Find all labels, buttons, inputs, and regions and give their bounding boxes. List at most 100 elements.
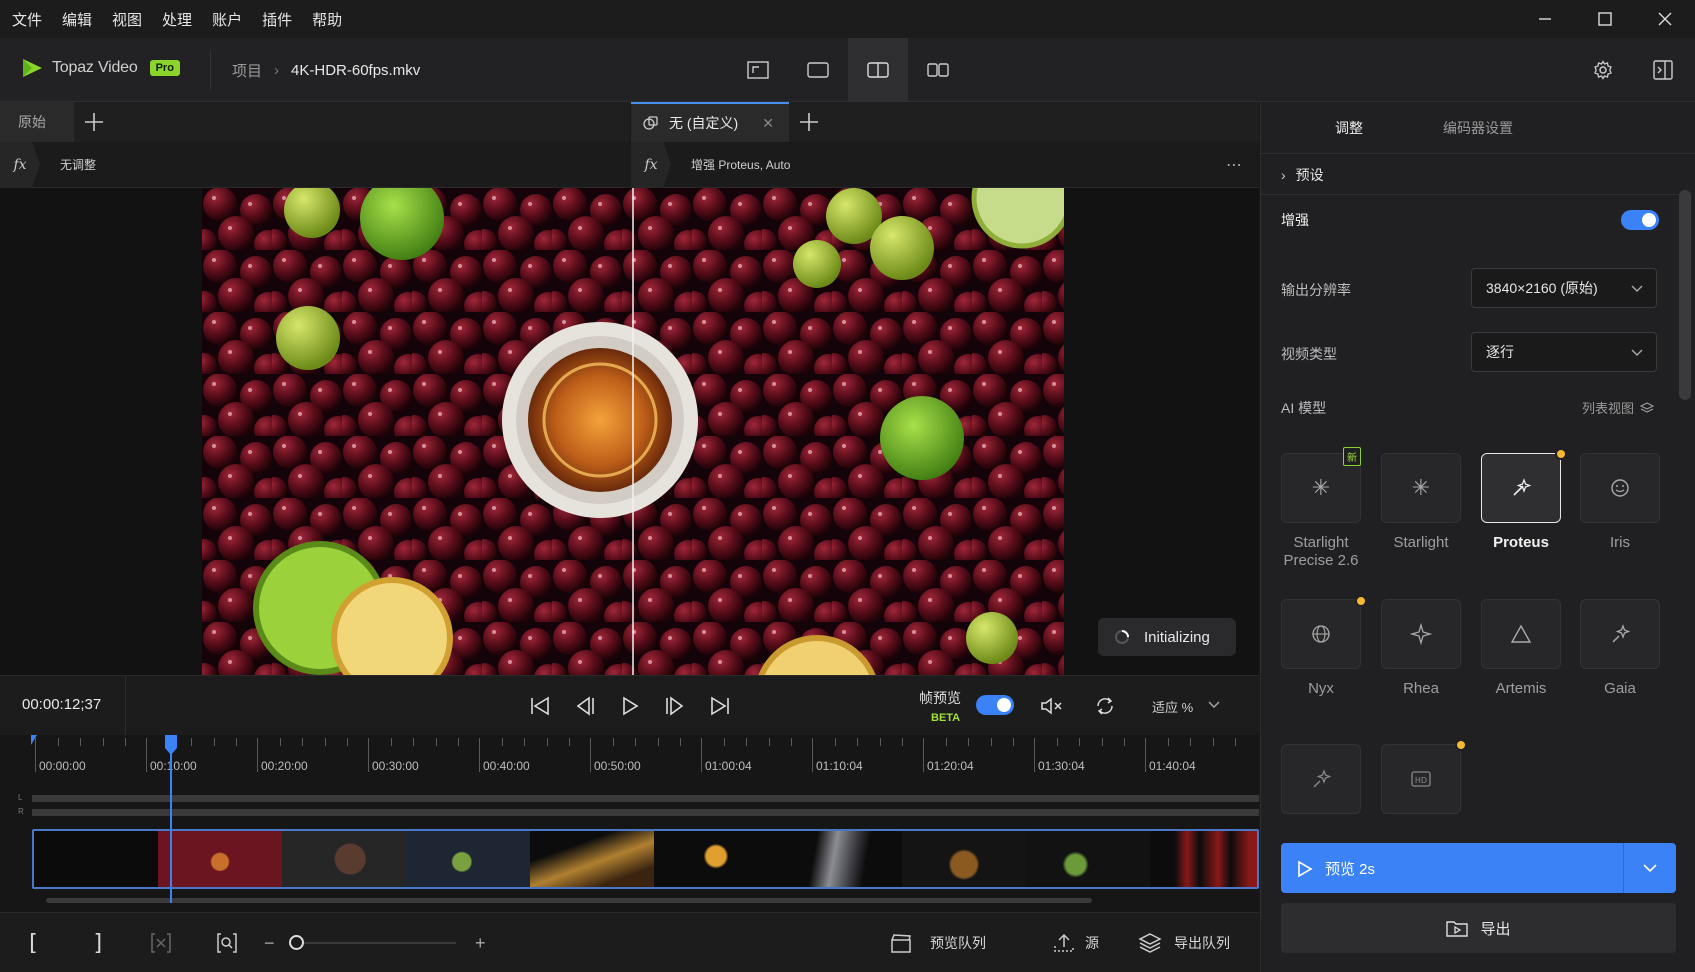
video-viewer[interactable] bbox=[0, 188, 1259, 675]
panel-scrollbar[interactable] bbox=[1679, 190, 1691, 400]
prev-frame-button[interactable] bbox=[568, 690, 602, 722]
ruler-label: 00:50:00 bbox=[594, 759, 641, 773]
menu-account[interactable]: 账户 bbox=[212, 9, 242, 30]
model-rhea[interactable] bbox=[1381, 599, 1461, 669]
set-in-point-button[interactable]: [ bbox=[26, 913, 39, 972]
new-badge: 新 bbox=[1343, 447, 1361, 466]
model-name-artemis: Artemis bbox=[1495, 680, 1547, 697]
menu-view[interactable]: 视图 bbox=[112, 9, 142, 30]
export-queue-button[interactable]: 导出队列 bbox=[1138, 913, 1230, 972]
view-single-button[interactable] bbox=[788, 38, 848, 101]
ruler-minor-tick bbox=[1168, 738, 1170, 746]
app-header: Topaz Video Pro 项目 › 4K-HDR-60fps.mkv bbox=[0, 38, 1695, 102]
audio-track-r bbox=[32, 809, 1259, 816]
crop-frame-icon bbox=[747, 60, 769, 79]
menu-help[interactable]: 帮助 bbox=[312, 9, 342, 30]
fit-loop-button[interactable] bbox=[1088, 690, 1122, 722]
folder-play-icon bbox=[1446, 921, 1469, 937]
view-side-by-side-button[interactable] bbox=[908, 38, 968, 101]
ruler-major-tick bbox=[701, 738, 702, 772]
ruler-minor-tick bbox=[502, 738, 504, 746]
zoom-in-icon[interactable]: + bbox=[475, 913, 486, 972]
preview-button[interactable]: 预览 2s bbox=[1281, 843, 1676, 893]
ruler-major-tick bbox=[1034, 738, 1035, 772]
video-filmstrip[interactable] bbox=[32, 829, 1259, 889]
model-iris[interactable] bbox=[1580, 453, 1660, 523]
export-button[interactable]: 导出 bbox=[1281, 903, 1676, 953]
more-options-icon[interactable]: ⋯ bbox=[1226, 155, 1243, 175]
close-window-button[interactable] bbox=[1635, 0, 1695, 38]
enhance-toggle[interactable] bbox=[1621, 210, 1659, 230]
tab-encoder-settings[interactable]: 编码器设置 bbox=[1443, 118, 1513, 138]
toggle-panel-button[interactable] bbox=[1633, 38, 1693, 101]
tab-adjust[interactable]: 调整 bbox=[1335, 118, 1363, 138]
model-extra-2[interactable]: HD bbox=[1381, 744, 1461, 814]
maximize-button[interactable] bbox=[1575, 0, 1635, 38]
view-single-crop-button[interactable] bbox=[728, 38, 788, 101]
add-tab-button[interactable] bbox=[84, 112, 104, 132]
add-version-button[interactable] bbox=[799, 112, 819, 132]
frame-preview-toggle[interactable] bbox=[976, 695, 1014, 715]
play-button[interactable] bbox=[613, 690, 647, 722]
thumbnail bbox=[282, 831, 406, 887]
playhead[interactable] bbox=[170, 735, 172, 903]
view-split-button[interactable] bbox=[848, 38, 908, 101]
video-type-select[interactable]: 逐行 bbox=[1471, 332, 1657, 372]
presets-row[interactable]: › 预设 bbox=[1261, 155, 1681, 195]
menu-edit[interactable]: 编辑 bbox=[62, 9, 92, 30]
timecode-display[interactable]: 00:00:12;37 bbox=[22, 696, 101, 713]
zoom-fit-select[interactable]: 适应 % bbox=[1152, 697, 1193, 716]
model-starlight[interactable]: ✳ bbox=[1381, 453, 1461, 523]
preview-options-button[interactable] bbox=[1624, 843, 1676, 893]
gear-icon bbox=[1594, 59, 1612, 80]
zoom-to-range-button[interactable] bbox=[216, 913, 238, 972]
next-frame-button[interactable] bbox=[658, 690, 692, 722]
preview-queue-label: 预览队列 bbox=[930, 935, 986, 951]
ruler-major-tick bbox=[368, 738, 369, 772]
menu-process[interactable]: 处理 bbox=[162, 9, 192, 30]
ruler-minor-tick bbox=[124, 738, 126, 746]
in-point-marker[interactable] bbox=[31, 735, 37, 747]
go-to-start-button[interactable] bbox=[523, 690, 557, 722]
zoom-out-icon[interactable]: − bbox=[264, 913, 275, 972]
playhead-handle[interactable] bbox=[165, 735, 177, 755]
enhance-label: 增强 bbox=[1281, 212, 1309, 228]
loop-arrows-icon bbox=[1097, 697, 1113, 715]
mute-button[interactable] bbox=[1035, 690, 1069, 722]
tab-custom[interactable]: 无 (自定义) ✕ bbox=[631, 102, 789, 142]
model-gaia[interactable] bbox=[1580, 599, 1660, 669]
model-extra-1[interactable] bbox=[1281, 744, 1361, 814]
close-tab-icon[interactable]: ✕ bbox=[762, 115, 774, 132]
chevron-down-icon[interactable] bbox=[1207, 698, 1221, 712]
thumbnail bbox=[34, 831, 158, 887]
ruler-label: 00:30:00 bbox=[372, 759, 419, 773]
menu-file[interactable]: 文件 bbox=[12, 9, 42, 30]
source-button[interactable]: 源 bbox=[1053, 913, 1099, 972]
go-to-end-button[interactable] bbox=[703, 690, 737, 722]
timeline-scrollbar[interactable] bbox=[46, 898, 1092, 903]
model-artemis[interactable] bbox=[1481, 599, 1561, 669]
list-view-button[interactable]: 列表视图 bbox=[1582, 398, 1655, 417]
ruler-minor-tick bbox=[990, 738, 992, 746]
breadcrumb-project[interactable]: 项目 bbox=[232, 60, 262, 81]
tab-original[interactable]: 原始 bbox=[0, 102, 74, 142]
chevron-down-icon bbox=[1631, 349, 1643, 356]
model-name-gaia: Gaia bbox=[1604, 680, 1636, 697]
timeline-ruler[interactable]: 00:00:00 00:10:00 00:20:00 00:30:00 00:40:00… bbox=[0, 735, 1259, 785]
zoom-slider-track[interactable] bbox=[290, 942, 456, 944]
menu-plugins[interactable]: 插件 bbox=[262, 9, 292, 30]
settings-button[interactable] bbox=[1573, 38, 1633, 101]
single-view-icon bbox=[807, 61, 829, 78]
set-out-point-button[interactable]: ] bbox=[92, 913, 105, 972]
zoom-slider-thumb[interactable] bbox=[289, 935, 304, 950]
model-nyx[interactable] bbox=[1281, 599, 1361, 669]
output-resolution-select[interactable]: 3840×2160 (原始) bbox=[1471, 268, 1657, 308]
timeline[interactable]: 00:00:00 00:10:00 00:20:00 00:30:00 00:40:00… bbox=[0, 735, 1259, 912]
model-name-starlight-precise: Starlight Precise 2.6 bbox=[1283, 534, 1359, 569]
preview-queue-button[interactable]: 预览队列 bbox=[890, 913, 986, 972]
minimize-button[interactable] bbox=[1515, 0, 1575, 38]
model-proteus[interactable] bbox=[1481, 453, 1561, 523]
ruler-minor-tick bbox=[879, 738, 881, 746]
ruler-minor-tick bbox=[1101, 738, 1103, 746]
clear-range-button[interactable] bbox=[150, 913, 172, 972]
